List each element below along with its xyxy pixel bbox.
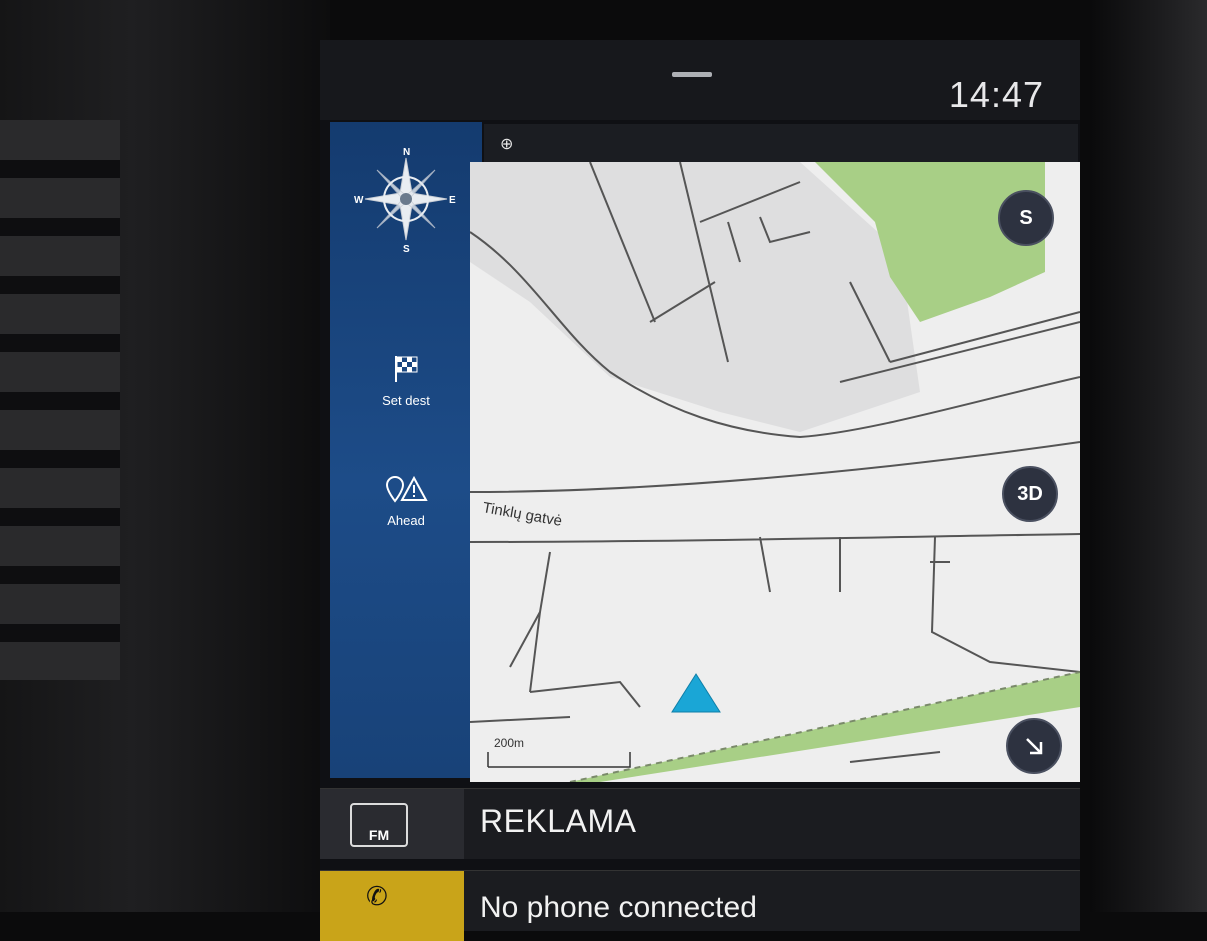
map-compass-button[interactable]: S [998, 190, 1054, 246]
expand-map-button[interactable] [1006, 718, 1062, 774]
pull-down-handle[interactable] [672, 72, 712, 77]
media-source-tile: FM [320, 789, 464, 859]
phone-row[interactable]: ✆ No phone connected [320, 870, 1080, 941]
clock: 14:47 [948, 74, 1044, 115]
station-text: REKLAMA [480, 803, 637, 839]
media-source-label: FM [368, 827, 390, 843]
set-destination-label: Set dest [382, 393, 430, 408]
crosshair-icon[interactable]: ⊕ [500, 134, 513, 154]
nav-sidebar: N E S W Set dest Ahead [330, 122, 482, 778]
vehicle-position-arrow [671, 673, 721, 713]
view-3d-button[interactable]: 3D [1002, 466, 1058, 522]
arrow-down-right-icon [1026, 738, 1043, 755]
map-top-bar: ⊕ [484, 124, 1078, 162]
compass-east: E [449, 195, 456, 206]
scale-label: 200m [494, 736, 525, 750]
compass-button-label: S [1019, 206, 1033, 229]
compass-south: S [403, 244, 410, 254]
media-row[interactable]: FM REKLAMA [320, 788, 1080, 859]
set-destination-button[interactable]: Set dest [330, 354, 482, 408]
compass-rose-icon: N E S W [354, 147, 456, 255]
ahead-button[interactable]: Ahead [330, 474, 482, 528]
view-3d-label: 3D [1017, 482, 1043, 505]
location-warning-icon [385, 475, 428, 503]
ahead-label: Ahead [387, 513, 425, 528]
radio-icon: FM [350, 803, 408, 847]
street-name: Tinklų gatvė [481, 499, 563, 530]
status-bar: 14:47 [320, 40, 1080, 120]
checkered-flag-icon [395, 356, 418, 382]
map-canvas: Tinklų gatvė [470, 162, 1080, 782]
urban-area [470, 162, 920, 432]
compass-rose-button[interactable]: N E S W [330, 144, 482, 259]
air-vent [0, 120, 120, 680]
compass-north: N [403, 147, 410, 158]
phone-tile: ✆ [320, 871, 464, 941]
infotainment-screen: 14:47 N E S W Set dest Ahead ⊕ Tinklų ga… [320, 40, 1080, 941]
compass-west: W [354, 195, 364, 206]
scale-bar [487, 752, 631, 768]
right-bezel [1090, 0, 1207, 912]
map-view[interactable]: Tinklų gatvė 200m S 3D [470, 162, 1080, 782]
phone-status-text: No phone connected [480, 891, 757, 924]
phone-icon: ✆ [366, 881, 388, 911]
